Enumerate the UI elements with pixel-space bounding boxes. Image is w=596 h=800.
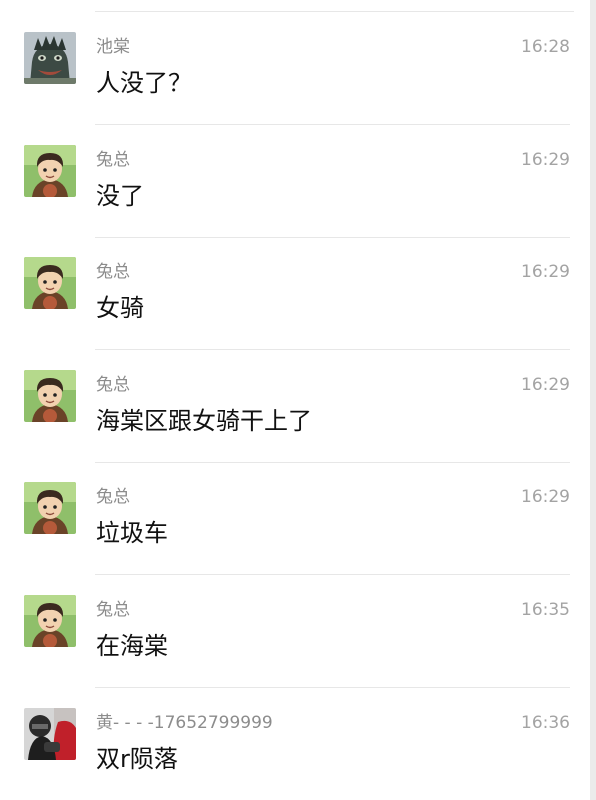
message-row[interactable]: 兔总 16:29 海棠区跟女骑干上了 bbox=[0, 350, 590, 463]
message-time: 16:35 bbox=[521, 600, 570, 620]
message-text: 在海棠 bbox=[96, 632, 168, 660]
cartoon-boy-avatar-icon[interactable] bbox=[24, 595, 76, 647]
cartoon-boy-avatar-icon[interactable] bbox=[24, 145, 76, 197]
message-time: 16:29 bbox=[521, 487, 570, 507]
message-text: 海棠区跟女骑干上了 bbox=[96, 407, 312, 435]
cartoon-boy-avatar-icon[interactable] bbox=[24, 257, 76, 309]
message-time: 16:36 bbox=[521, 713, 570, 733]
message-text: 女骑 bbox=[96, 294, 144, 322]
cartoon-boy-avatar-icon[interactable] bbox=[24, 370, 76, 422]
sender-name: 兔总 bbox=[96, 262, 130, 282]
sender-name: 池棠 bbox=[96, 37, 130, 57]
message-text: 双r陨落 bbox=[96, 745, 178, 773]
sender-name: 兔总 bbox=[96, 375, 130, 395]
monster-avatar-icon[interactable] bbox=[24, 32, 76, 84]
message-row[interactable]: 黄- - - -17652799999 16:36 双r陨落 bbox=[0, 688, 590, 800]
message-text: 垃圾车 bbox=[96, 519, 168, 547]
sender-name: 黄- - - -17652799999 bbox=[96, 713, 273, 733]
scrollbar-track[interactable] bbox=[590, 0, 596, 800]
message-row[interactable]: 兔总 16:29 女骑 bbox=[0, 237, 590, 350]
message-row[interactable]: 兔总 16:29 没了 bbox=[0, 125, 590, 238]
message-row[interactable]: 兔总 16:35 在海棠 bbox=[0, 575, 590, 688]
message-time: 16:29 bbox=[521, 262, 570, 282]
message-row[interactable]: 池棠 16:28 人没了？ bbox=[0, 12, 590, 125]
message-text: 人没了？ bbox=[96, 69, 192, 97]
chat-message-list: 池棠 16:28 人没了？ 兔总 16:29 没了 兔总 16:29 女骑 兔总… bbox=[0, 0, 596, 800]
motorcycle-rider-avatar-icon[interactable] bbox=[24, 708, 76, 760]
sender-name: 兔总 bbox=[96, 600, 130, 620]
sender-name: 兔总 bbox=[96, 150, 130, 170]
message-time: 16:28 bbox=[521, 37, 570, 57]
message-time: 16:29 bbox=[521, 375, 570, 395]
cartoon-boy-avatar-icon[interactable] bbox=[24, 482, 76, 534]
message-time: 16:29 bbox=[521, 150, 570, 170]
message-row[interactable]: 兔总 16:29 垃圾车 bbox=[0, 462, 590, 575]
sender-name: 兔总 bbox=[96, 487, 130, 507]
message-text: 没了 bbox=[96, 182, 144, 210]
